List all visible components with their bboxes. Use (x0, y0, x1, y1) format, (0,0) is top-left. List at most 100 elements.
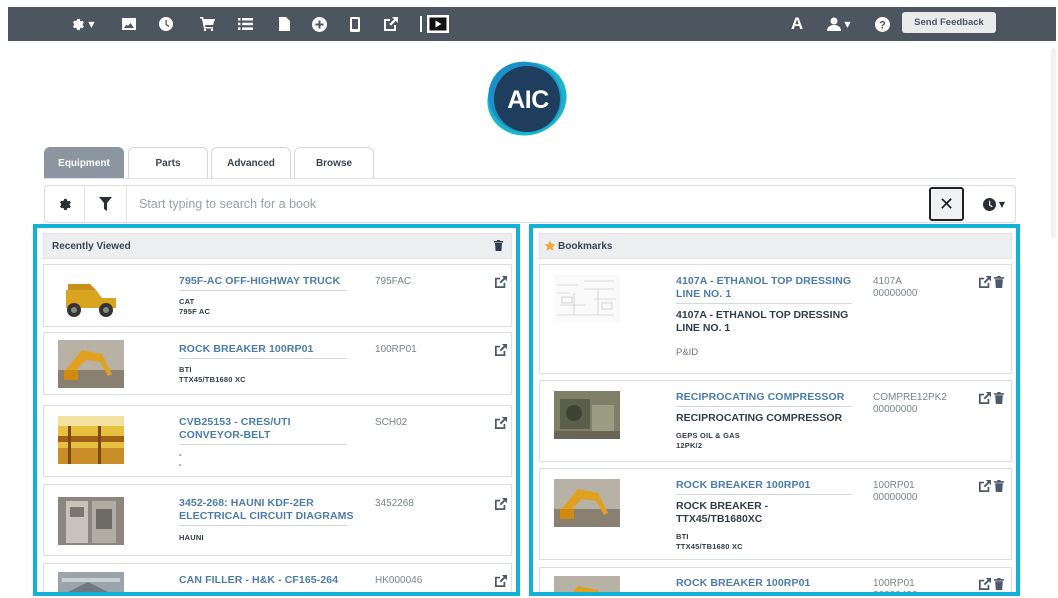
bookmark-actions (979, 392, 1004, 404)
external-link-icon[interactable] (979, 578, 991, 590)
trash-icon[interactable] (994, 392, 1004, 404)
page-scrollbar[interactable] (1051, 48, 1056, 238)
plus-circle-icon[interactable] (308, 7, 330, 41)
bookmark-revision: 00000000 (873, 288, 918, 299)
open-item-button[interactable] (495, 276, 507, 288)
title-underline (179, 444, 347, 445)
bookmark-subtitle-line2: LINE NO. 1 (676, 322, 731, 334)
phone-icon[interactable] (345, 7, 365, 41)
search-settings-button[interactable] (45, 186, 85, 222)
item-manufacturer: BTI (179, 365, 192, 374)
chevron-down-icon: ▼ (88, 19, 95, 29)
trash-icon[interactable] (994, 578, 1004, 590)
filler-thumbnail (58, 572, 124, 592)
open-item-button[interactable] (495, 417, 507, 429)
bookmark-revision: 00000400 (873, 590, 918, 596)
help-icon[interactable]: ? (872, 7, 892, 41)
document-icon[interactable] (274, 7, 294, 41)
list-icon[interactable] (234, 7, 256, 41)
tab-parts[interactable]: Parts (128, 147, 208, 179)
title-underline (676, 494, 852, 495)
item-manufacturer: HAUNI (179, 533, 204, 542)
bookmark-code: 100RP01 (873, 578, 915, 589)
clear-recent-button[interactable] (494, 240, 503, 254)
chevron-down-icon: ▼ (844, 19, 851, 29)
title-underline (676, 406, 852, 407)
open-item-button[interactable] (495, 344, 507, 356)
title-underline (179, 358, 347, 359)
font-size-button[interactable]: A (786, 7, 808, 41)
list-item[interactable]: 795F-AC OFF-HIGHWAY TRUCK CAT 795F AC 79… (43, 264, 512, 327)
item-code: HK000046 (375, 575, 423, 586)
search-history-menu[interactable]: ▼ (973, 186, 1015, 222)
user-menu[interactable]: ▼ (822, 7, 856, 41)
bookmark-code: COMPRE12PK2 (873, 392, 947, 403)
bookmark-title-line1[interactable]: 4107A - ETHANOL TOP DRESSING (676, 275, 851, 288)
item-title[interactable]: CAN FILLER - H&K - CF165-264 (179, 574, 338, 587)
external-link-icon[interactable] (380, 7, 402, 41)
bookmark-item[interactable]: 4107A - ETHANOL TOP DRESSING LINE NO. 1 … (539, 264, 1012, 374)
item-model: TTX45/TB1680 XC (179, 375, 246, 384)
filter-icon (99, 197, 112, 211)
external-link-icon[interactable] (979, 480, 991, 492)
external-link-icon (495, 575, 507, 587)
top-toolbar: ▼ A ▼ ? Send Feedback (8, 7, 1056, 41)
clear-search-button[interactable]: ✕ (929, 187, 964, 221)
settings-menu[interactable]: ▼ (66, 7, 100, 41)
open-item-button[interactable] (495, 498, 507, 510)
tab-browse[interactable]: Browse (294, 147, 374, 179)
item-title-line2[interactable]: ELECTRICAL CIRCUIT DIAGRAMS (179, 510, 354, 523)
item-title-line1[interactable]: CVB25153 - CRES/UTI (179, 416, 291, 429)
bookmark-subtitle: RECIPROCATING COMPRESSOR (676, 412, 843, 424)
bookmark-title[interactable]: RECIPROCATING COMPRESSOR (676, 391, 844, 404)
cart-icon[interactable] (196, 7, 218, 41)
trash-icon[interactable] (994, 480, 1004, 492)
bookmark-subtitle-line1: ROCK BREAKER - (676, 500, 769, 512)
bookmark-item[interactable]: ROCK BREAKER 100RP01 ROCK BREAKER - TTX4… (539, 468, 1012, 560)
send-feedback-button[interactable]: Send Feedback (902, 12, 996, 33)
external-link-icon[interactable] (979, 392, 991, 404)
svg-text:?: ? (879, 19, 886, 31)
item-code: 3452268 (375, 498, 414, 509)
open-item-button[interactable] (495, 575, 507, 587)
trash-icon[interactable] (994, 276, 1004, 288)
tab-equipment[interactable]: Equipment (44, 147, 124, 179)
filter-button[interactable] (85, 186, 127, 222)
external-link-icon[interactable] (979, 276, 991, 288)
item-title-line1[interactable]: 3452-268: HAUNI KDF-2ER (179, 497, 314, 510)
clock-icon[interactable] (155, 7, 177, 41)
user-icon (827, 17, 842, 31)
bookmark-title[interactable]: ROCK BREAKER 100RP01 (676, 479, 810, 492)
list-item[interactable]: CAN FILLER - H&K - CF165-264 HK000046 (43, 563, 512, 592)
bookmark-title-line2[interactable]: LINE NO. 1 (676, 288, 731, 301)
logo-text: AIC (507, 86, 549, 114)
close-icon: ✕ (938, 193, 955, 215)
item-manufacturer: CAT (179, 297, 195, 306)
external-link-icon (495, 417, 507, 429)
bookmark-title[interactable]: ROCK BREAKER 100RP01 (676, 577, 810, 590)
bookmark-model: 12PK/2 (676, 441, 703, 450)
image-icon[interactable] (118, 7, 140, 41)
item-title-line2[interactable]: CONVEYOR-BELT (179, 429, 271, 442)
title-underline (179, 290, 347, 291)
bookmarks-panel: Bookmarks 4107A - ETHANOL TOP DRESSING L… (529, 224, 1020, 596)
tab-advanced[interactable]: Advanced (211, 147, 291, 179)
bookmark-item[interactable]: ROCK BREAKER 100RP01 100RP01 00000400 (539, 567, 1012, 596)
list-item[interactable]: 3452-268: HAUNI KDF-2ER ELECTRICAL CIRCU… (43, 484, 512, 556)
item-title[interactable]: ROCK BREAKER 100RP01 (179, 343, 313, 356)
search-input[interactable] (129, 189, 919, 219)
list-item[interactable]: ROCK BREAKER 100RP01 BTI TTX45/TB1680 XC… (43, 332, 512, 395)
bookmark-category: P&ID (676, 347, 699, 358)
recently-viewed-panel: Recently Viewed 795F-AC OFF-HIGHWAY TRUC… (33, 224, 520, 596)
video-icon[interactable] (426, 7, 450, 41)
excavator-thumbnail (554, 576, 620, 592)
compressor-thumbnail (554, 391, 620, 439)
clock-icon (982, 197, 996, 211)
tabs-divider (44, 178, 1016, 179)
font-icon: A (790, 14, 804, 33)
bookmark-item[interactable]: RECIPROCATING COMPRESSOR RECIPROCATING C… (539, 380, 1012, 462)
item-manufacturer: - (179, 450, 182, 459)
external-link-icon (495, 344, 507, 356)
list-item[interactable]: CVB25153 - CRES/UTI CONVEYOR-BELT - - SC… (43, 405, 512, 477)
item-title[interactable]: 795F-AC OFF-HIGHWAY TRUCK (179, 275, 340, 288)
